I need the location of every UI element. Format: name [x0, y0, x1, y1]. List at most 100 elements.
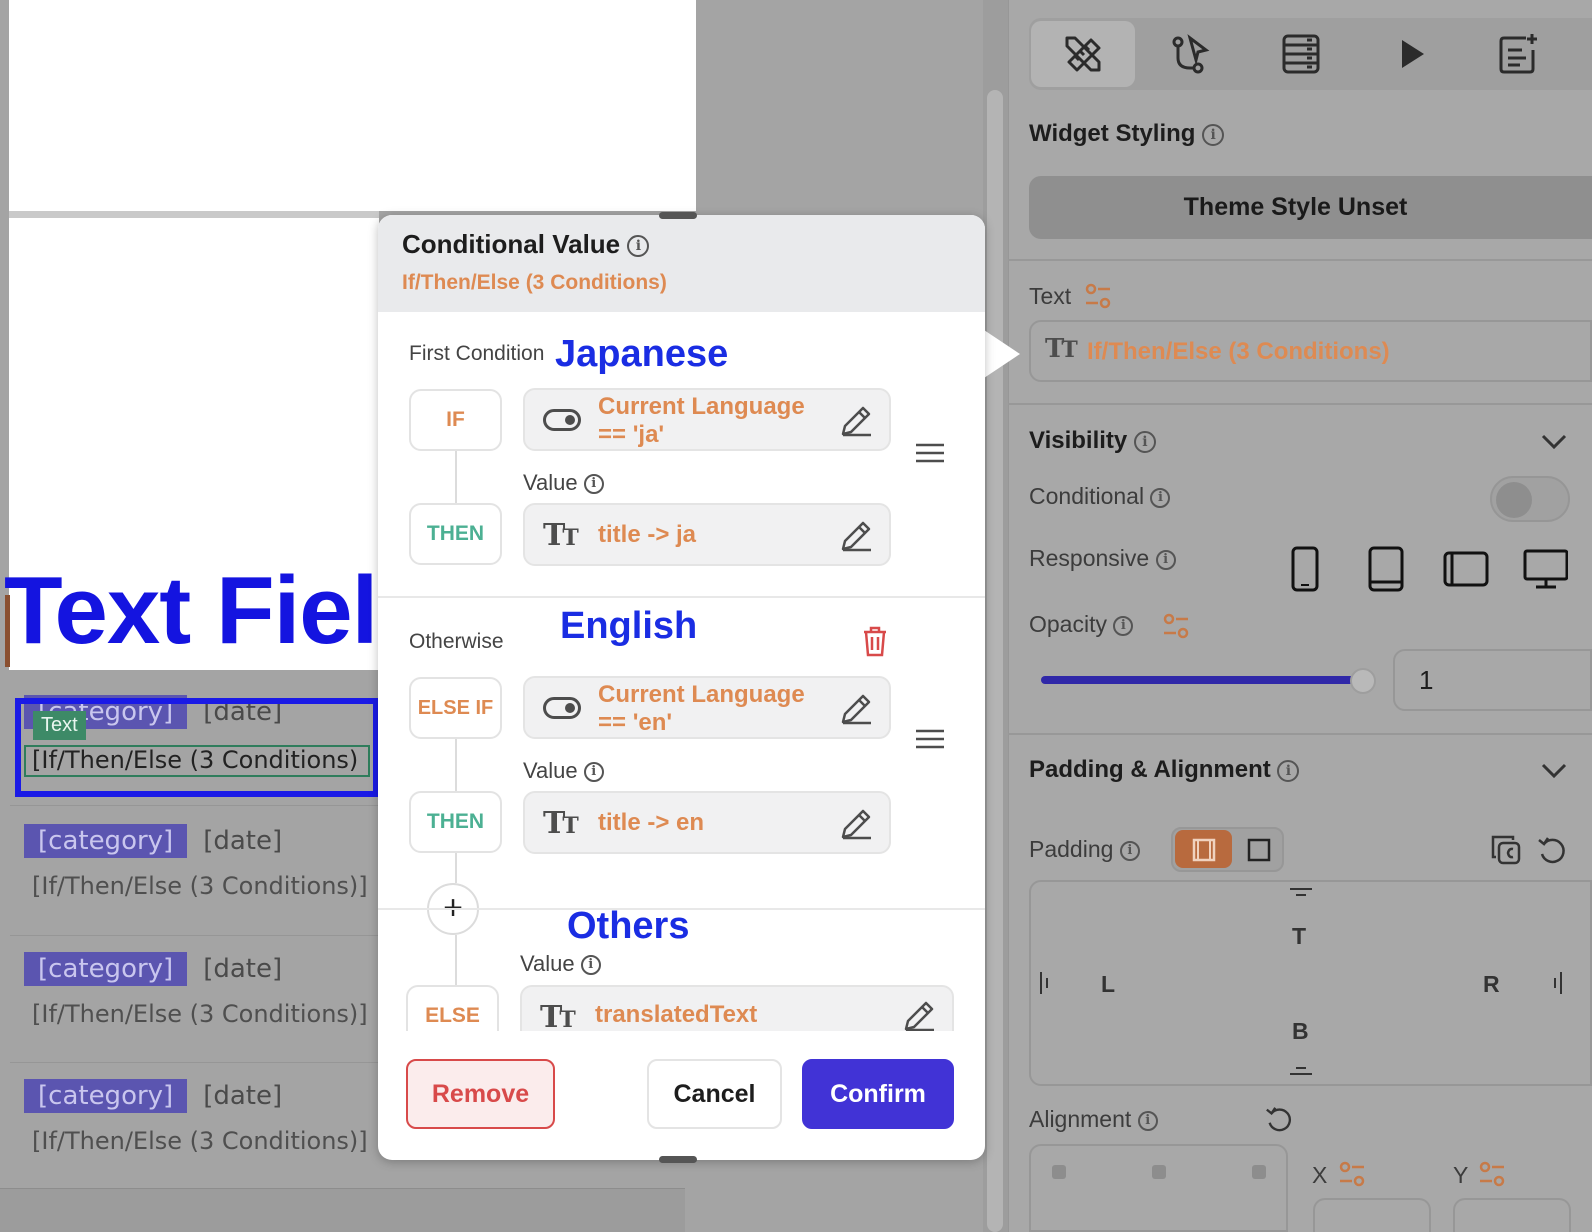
value-label: Value — [523, 758, 578, 783]
category-badge: [category] — [24, 824, 188, 858]
remove-button[interactable]: Remove — [406, 1059, 555, 1129]
condition-1-field[interactable]: Current Language == 'ja' — [523, 388, 891, 451]
info-icon[interactable]: i — [583, 762, 604, 783]
add-note-icon[interactable] — [1496, 32, 1540, 76]
responsive-row: Responsive i — [1029, 545, 1176, 572]
edit-pencil-icon[interactable] — [839, 519, 873, 553]
padding-individual-icon — [1192, 838, 1216, 862]
tablet-icon[interactable] — [1367, 546, 1405, 592]
opacity-slider-track[interactable] — [1041, 676, 1363, 684]
padding-left-icon[interactable] — [1038, 970, 1052, 996]
ruler-pencil-icon[interactable] — [1061, 32, 1105, 76]
visibility-heading[interactable]: Visibility i — [1029, 427, 1156, 455]
padding-bottom-icon[interactable] — [1288, 1064, 1314, 1078]
info-icon[interactable]: i — [1113, 615, 1134, 636]
confirm-button[interactable]: Confirm — [802, 1059, 954, 1129]
category-badge: [category] — [24, 952, 188, 986]
align-x-input[interactable] — [1313, 1198, 1431, 1232]
padding-bottom-value[interactable]: B — [1292, 1018, 1309, 1045]
opacity-slider-thumb[interactable] — [1350, 668, 1376, 694]
info-icon[interactable]: i — [583, 474, 604, 495]
align-top-center[interactable] — [1152, 1165, 1166, 1179]
info-icon[interactable]: i — [627, 235, 650, 258]
conditional-toggle[interactable] — [1490, 476, 1570, 522]
padding-left-value[interactable]: L — [1101, 971, 1115, 998]
align-top-right[interactable] — [1252, 1165, 1266, 1179]
theme-style-button[interactable]: Theme Style Unset — [1029, 176, 1592, 239]
drag-handle-icon[interactable] — [915, 728, 945, 750]
panel-divider — [1008, 403, 1592, 405]
padding-alignment-label: Padding & Alignment — [1029, 756, 1271, 783]
align-y-input[interactable] — [1453, 1198, 1571, 1232]
condition-2-field[interactable]: Current Language == 'en' — [523, 676, 891, 739]
reset-icon[interactable] — [1536, 834, 1568, 866]
edit-pencil-icon[interactable] — [902, 999, 936, 1031]
scrollbar-thumb[interactable] — [987, 90, 1003, 1232]
value-row: Value i — [523, 758, 604, 784]
play-icon[interactable] — [1390, 32, 1434, 76]
resize-handle-top[interactable] — [659, 212, 697, 219]
if-operator[interactable]: IF — [409, 389, 502, 451]
padding-right-icon[interactable] — [1550, 970, 1564, 996]
connector-line — [455, 853, 457, 883]
opacity-label: Opacity — [1029, 611, 1107, 637]
reset-icon[interactable] — [1264, 1104, 1294, 1134]
variable-settings-icon[interactable] — [1478, 1160, 1506, 1188]
info-icon[interactable]: i — [1277, 759, 1300, 782]
edit-pencil-icon[interactable] — [839, 404, 873, 438]
resize-handle-bottom[interactable] — [659, 1156, 697, 1163]
text-value-field[interactable]: TT If/Then/Else (3 Conditions) — [1029, 320, 1592, 382]
else-if-operator[interactable]: ELSE IF — [409, 677, 502, 739]
align-y-label: Y — [1453, 1162, 1469, 1188]
chevron-down-icon[interactable] — [1540, 430, 1568, 452]
alignment-grid[interactable] — [1029, 1144, 1288, 1232]
then-1-value-field[interactable]: TT title -> ja — [523, 503, 891, 566]
variable-settings-icon[interactable] — [1084, 282, 1112, 310]
list-separator — [10, 1062, 380, 1063]
padding-right-value[interactable]: R — [1483, 971, 1500, 998]
connector-line — [455, 739, 457, 791]
trash-icon[interactable] — [862, 625, 888, 657]
section-divider — [378, 596, 985, 598]
edit-pencil-icon[interactable] — [839, 692, 873, 726]
padding-top-icon[interactable] — [1288, 886, 1314, 900]
else-value-field[interactable]: TT translatedText — [520, 985, 954, 1031]
variable-settings-icon[interactable] — [1162, 612, 1190, 640]
chevron-down-icon[interactable] — [1540, 759, 1568, 781]
copy-icon[interactable] — [1490, 834, 1522, 866]
padding-all-icon[interactable] — [1246, 837, 1272, 863]
drag-handle-icon[interactable] — [915, 442, 945, 464]
edit-pencil-icon[interactable] — [839, 807, 873, 841]
padding-alignment-heading[interactable]: Padding & Alignment i — [1029, 756, 1300, 784]
tablet-landscape-icon[interactable] — [1443, 550, 1489, 588]
panel-divider — [1008, 733, 1592, 735]
cancel-button[interactable]: Cancel — [647, 1059, 782, 1129]
else-operator[interactable]: ELSE — [406, 985, 499, 1031]
then-operator[interactable]: THEN — [409, 503, 502, 565]
responsive-label: Responsive — [1029, 545, 1150, 571]
database-table-icon[interactable] — [1279, 32, 1323, 76]
cursor-branch-icon[interactable] — [1170, 32, 1214, 76]
info-icon[interactable]: i — [1119, 840, 1140, 861]
desktop-icon[interactable] — [1522, 548, 1568, 590]
conditional-text: [If/Then/Else (3 Conditions)] — [32, 1000, 368, 1028]
info-icon[interactable]: i — [1137, 1110, 1158, 1131]
text-value: If/Then/Else (3 Conditions) — [1087, 338, 1390, 365]
padding-top-value[interactable]: T — [1292, 923, 1306, 950]
then-2-value-field[interactable]: TT title -> en — [523, 791, 891, 854]
align-top-left[interactable] — [1052, 1165, 1066, 1179]
condition-2-line2: == 'en' — [598, 709, 673, 736]
list-item[interactable]: [category] [date] [If/Then/Else (3 Condit… — [24, 952, 384, 1072]
variable-settings-icon[interactable] — [1338, 1160, 1366, 1188]
info-icon[interactable]: i — [1150, 487, 1171, 508]
value-row: Value i — [523, 470, 604, 496]
phone-icon[interactable] — [1290, 546, 1320, 592]
info-icon[interactable]: i — [580, 955, 601, 976]
info-icon[interactable]: i — [1133, 430, 1156, 453]
list-item[interactable]: [category] [date] [If/Then/Else (3 Condit… — [24, 824, 384, 944]
opacity-input[interactable]: 1 — [1393, 649, 1592, 711]
info-icon[interactable]: i — [1155, 549, 1176, 570]
info-icon[interactable]: i — [1202, 123, 1225, 146]
list-item[interactable]: [category] [date] [If/Then/Else (3 Condit… — [24, 1079, 384, 1199]
then-operator[interactable]: THEN — [409, 791, 502, 853]
